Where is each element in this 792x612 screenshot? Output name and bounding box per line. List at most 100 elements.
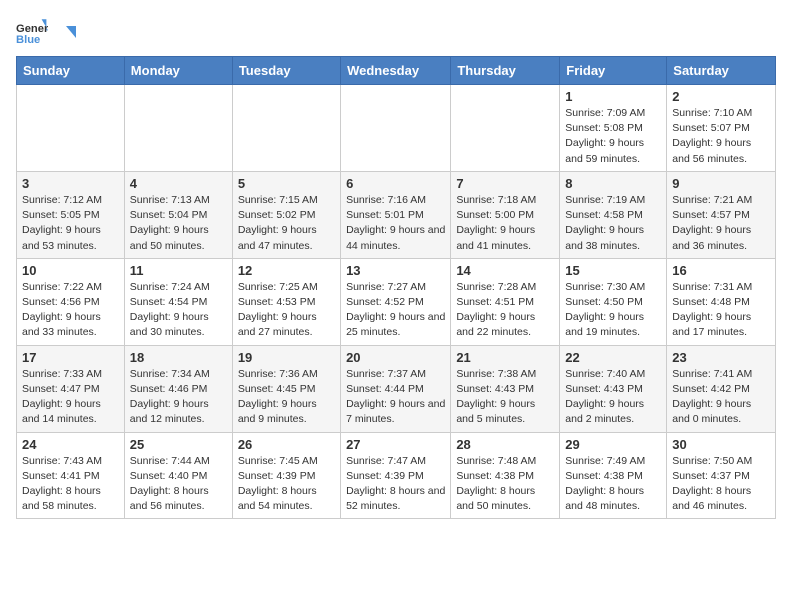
day-info: Sunrise: 7:18 AMSunset: 5:00 PMDaylight:… xyxy=(456,193,554,254)
day-number: 17 xyxy=(22,350,119,365)
calendar-cell: 20 Sunrise: 7:37 AMSunset: 4:44 PMDayligh… xyxy=(341,345,451,432)
calendar-header-friday: Friday xyxy=(560,57,667,85)
day-number: 5 xyxy=(238,176,335,191)
calendar-cell: 11 Sunrise: 7:24 AMSunset: 4:54 PMDayligh… xyxy=(124,258,232,345)
calendar-cell: 5 Sunrise: 7:15 AMSunset: 5:02 PMDaylight… xyxy=(232,171,340,258)
day-number: 6 xyxy=(346,176,445,191)
calendar-cell xyxy=(124,85,232,172)
day-info: Sunrise: 7:15 AMSunset: 5:02 PMDaylight:… xyxy=(238,193,335,254)
day-number: 1 xyxy=(565,89,661,104)
calendar-cell: 8Sunrise: 7:19 AMSunset: 4:58 PMDaylight… xyxy=(560,171,667,258)
calendar-cell: 26 Sunrise: 7:45 AMSunset: 4:39 PMDayligh… xyxy=(232,432,340,519)
day-number: 8 xyxy=(565,176,661,191)
day-info: Sunrise: 7:30 AMSunset: 4:50 PMDaylight:… xyxy=(565,280,661,341)
calendar-week-row: 3 Sunrise: 7:12 AMSunset: 5:05 PMDaylight… xyxy=(17,171,776,258)
svg-text:Blue: Blue xyxy=(16,34,40,46)
day-number: 29 xyxy=(565,437,661,452)
day-number: 4 xyxy=(130,176,227,191)
day-number: 9 xyxy=(672,176,770,191)
day-number: 20 xyxy=(346,350,445,365)
day-info: Sunrise: 7:28 AMSunset: 4:51 PMDaylight:… xyxy=(456,280,554,341)
calendar-cell: 3 Sunrise: 7:12 AMSunset: 5:05 PMDaylight… xyxy=(17,171,125,258)
calendar-cell: 12 Sunrise: 7:25 AMSunset: 4:53 PMDayligh… xyxy=(232,258,340,345)
calendar-cell: 16 Sunrise: 7:31 AMSunset: 4:48 PMDayligh… xyxy=(667,258,776,345)
day-info: Sunrise: 7:44 AMSunset: 4:40 PMDaylight:… xyxy=(130,454,227,515)
day-number: 27 xyxy=(346,437,445,452)
day-info: Sunrise: 7:25 AMSunset: 4:53 PMDaylight:… xyxy=(238,280,335,341)
logo-wave-icon xyxy=(54,24,76,46)
day-number: 23 xyxy=(672,350,770,365)
day-info: Sunrise: 7:49 AMSunset: 4:38 PMDaylight:… xyxy=(565,454,661,515)
day-info: Sunrise: 7:22 AMSunset: 4:56 PMDaylight:… xyxy=(22,280,119,341)
calendar-cell: 14Sunrise: 7:28 AMSunset: 4:51 PMDayligh… xyxy=(451,258,560,345)
day-number: 3 xyxy=(22,176,119,191)
day-number: 10 xyxy=(22,263,119,278)
calendar-body: 1 Sunrise: 7:09 AMSunset: 5:08 PMDaylight… xyxy=(17,85,776,519)
day-number: 15 xyxy=(565,263,661,278)
day-info: Sunrise: 7:41 AMSunset: 4:42 PMDaylight:… xyxy=(672,367,770,428)
svg-text:General: General xyxy=(16,23,48,35)
calendar-cell: 6Sunrise: 7:16 AMSunset: 5:01 PMDaylight… xyxy=(341,171,451,258)
day-info: Sunrise: 7:38 AMSunset: 4:43 PMDaylight:… xyxy=(456,367,554,428)
calendar-header-thursday: Thursday xyxy=(451,57,560,85)
day-number: 22 xyxy=(565,350,661,365)
day-info: Sunrise: 7:13 AMSunset: 5:04 PMDaylight:… xyxy=(130,193,227,254)
day-number: 24 xyxy=(22,437,119,452)
day-number: 16 xyxy=(672,263,770,278)
calendar-week-row: 17 Sunrise: 7:33 AMSunset: 4:47 PMDayligh… xyxy=(17,345,776,432)
logo: General Blue xyxy=(16,16,76,48)
calendar-cell xyxy=(232,85,340,172)
calendar-cell: 2 Sunrise: 7:10 AMSunset: 5:07 PMDaylight… xyxy=(667,85,776,172)
day-number: 18 xyxy=(130,350,227,365)
calendar-cell: 30 Sunrise: 7:50 AMSunset: 4:37 PMDayligh… xyxy=(667,432,776,519)
calendar-cell xyxy=(451,85,560,172)
calendar-week-row: 24 Sunrise: 7:43 AMSunset: 4:41 PMDayligh… xyxy=(17,432,776,519)
day-number: 7 xyxy=(456,176,554,191)
calendar-cell: 27 Sunrise: 7:47 AMSunset: 4:39 PMDayligh… xyxy=(341,432,451,519)
day-info: Sunrise: 7:27 AMSunset: 4:52 PMDaylight:… xyxy=(346,280,445,341)
calendar-cell: 15 Sunrise: 7:30 AMSunset: 4:50 PMDayligh… xyxy=(560,258,667,345)
calendar-cell: 21 Sunrise: 7:38 AMSunset: 4:43 PMDayligh… xyxy=(451,345,560,432)
day-info: Sunrise: 7:45 AMSunset: 4:39 PMDaylight:… xyxy=(238,454,335,515)
calendar-cell: 22 Sunrise: 7:40 AMSunset: 4:43 PMDayligh… xyxy=(560,345,667,432)
day-info: Sunrise: 7:34 AMSunset: 4:46 PMDaylight:… xyxy=(130,367,227,428)
calendar-cell: 19 Sunrise: 7:36 AMSunset: 4:45 PMDayligh… xyxy=(232,345,340,432)
day-info: Sunrise: 7:31 AMSunset: 4:48 PMDaylight:… xyxy=(672,280,770,341)
calendar-cell: 23 Sunrise: 7:41 AMSunset: 4:42 PMDayligh… xyxy=(667,345,776,432)
day-info: Sunrise: 7:40 AMSunset: 4:43 PMDaylight:… xyxy=(565,367,661,428)
day-number: 25 xyxy=(130,437,227,452)
calendar-cell xyxy=(17,85,125,172)
day-number: 26 xyxy=(238,437,335,452)
calendar-cell: 9Sunrise: 7:21 AMSunset: 4:57 PMDaylight… xyxy=(667,171,776,258)
day-number: 2 xyxy=(672,89,770,104)
day-info: Sunrise: 7:10 AMSunset: 5:07 PMDaylight:… xyxy=(672,106,770,167)
calendar-week-row: 1 Sunrise: 7:09 AMSunset: 5:08 PMDaylight… xyxy=(17,85,776,172)
day-info: Sunrise: 7:09 AMSunset: 5:08 PMDaylight:… xyxy=(565,106,661,167)
calendar-cell: 1 Sunrise: 7:09 AMSunset: 5:08 PMDaylight… xyxy=(560,85,667,172)
calendar-cell: 7 Sunrise: 7:18 AMSunset: 5:00 PMDaylight… xyxy=(451,171,560,258)
day-number: 30 xyxy=(672,437,770,452)
day-number: 28 xyxy=(456,437,554,452)
day-number: 13 xyxy=(346,263,445,278)
calendar-cell: 13 Sunrise: 7:27 AMSunset: 4:52 PMDayligh… xyxy=(341,258,451,345)
calendar-cell: 28Sunrise: 7:48 AMSunset: 4:38 PMDayligh… xyxy=(451,432,560,519)
calendar-header-tuesday: Tuesday xyxy=(232,57,340,85)
calendar-header-sunday: Sunday xyxy=(17,57,125,85)
calendar-cell: 24 Sunrise: 7:43 AMSunset: 4:41 PMDayligh… xyxy=(17,432,125,519)
day-number: 11 xyxy=(130,263,227,278)
calendar-cell: 10 Sunrise: 7:22 AMSunset: 4:56 PMDayligh… xyxy=(17,258,125,345)
day-info: Sunrise: 7:50 AMSunset: 4:37 PMDaylight:… xyxy=(672,454,770,515)
day-info: Sunrise: 7:24 AMSunset: 4:54 PMDaylight:… xyxy=(130,280,227,341)
day-info: Sunrise: 7:33 AMSunset: 4:47 PMDaylight:… xyxy=(22,367,119,428)
logo-icon: General Blue xyxy=(16,16,48,48)
day-info: Sunrise: 7:36 AMSunset: 4:45 PMDaylight:… xyxy=(238,367,335,428)
day-info: Sunrise: 7:12 AMSunset: 5:05 PMDaylight:… xyxy=(22,193,119,254)
day-info: Sunrise: 7:43 AMSunset: 4:41 PMDaylight:… xyxy=(22,454,119,515)
calendar-cell: 18 Sunrise: 7:34 AMSunset: 4:46 PMDayligh… xyxy=(124,345,232,432)
day-number: 19 xyxy=(238,350,335,365)
day-info: Sunrise: 7:37 AMSunset: 4:44 PMDaylight:… xyxy=(346,367,445,428)
day-number: 12 xyxy=(238,263,335,278)
calendar-cell: 4 Sunrise: 7:13 AMSunset: 5:04 PMDaylight… xyxy=(124,171,232,258)
day-info: Sunrise: 7:47 AMSunset: 4:39 PMDaylight:… xyxy=(346,454,445,515)
day-number: 21 xyxy=(456,350,554,365)
